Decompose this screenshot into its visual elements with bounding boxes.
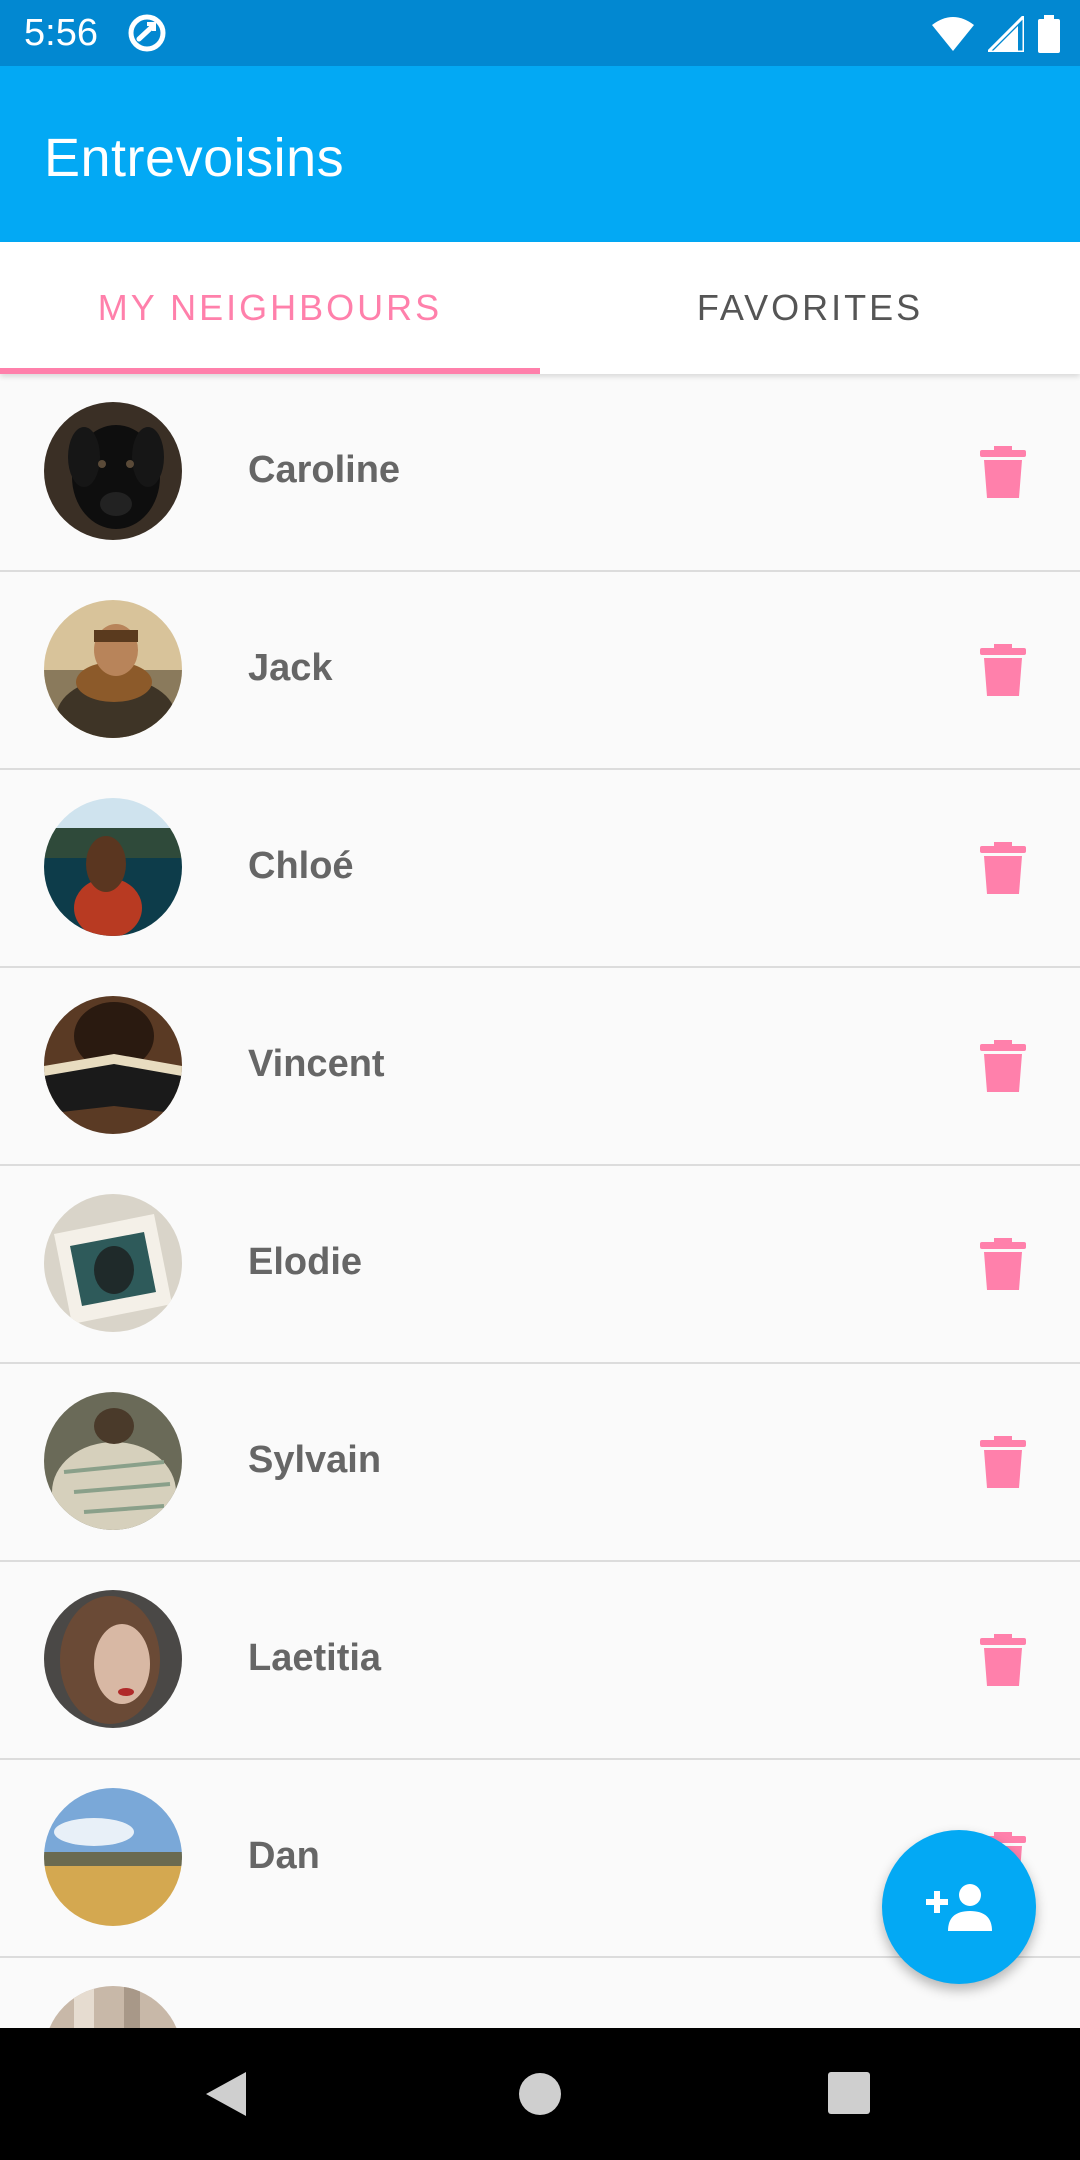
avatar [44,1590,182,1728]
list-item[interactable]: Elodie [0,1166,1080,1364]
app-bar: Entrevoisins [0,66,1080,242]
sync-icon [128,14,166,52]
avatar [44,1392,182,1530]
recents-icon[interactable] [824,2068,876,2120]
avatar [44,1788,182,1926]
navigation-bar [0,2028,1080,2160]
neighbour-name: Laetitia [248,1637,382,1679]
list-item[interactable]: Jack [0,572,1080,770]
delete-icon[interactable] [980,1634,1026,1686]
delete-icon[interactable] [980,1238,1026,1290]
neighbour-name: Dan [248,1835,320,1877]
list-item[interactable]: Sylvain [0,1364,1080,1562]
list-item[interactable]: Laetitia [0,1562,1080,1760]
signal-icon [988,16,1024,52]
neighbour-name: Chloé [248,845,354,887]
avatar [44,402,182,540]
delete-icon[interactable] [980,446,1026,498]
battery-icon [1038,15,1060,53]
neighbour-name: Sylvain [248,1439,382,1481]
back-icon[interactable] [200,2068,252,2120]
list-item[interactable]: Chloé [0,770,1080,968]
tab-bar: MY NEIGHBOURS FAVORITES [0,242,1080,374]
delete-icon[interactable] [980,1040,1026,1092]
home-icon[interactable] [514,2068,566,2120]
add-person-icon [926,1884,992,1931]
avatar [44,798,182,936]
tab-indicator [0,368,540,374]
neighbour-list[interactable]: Caroline Jack Chloé Vincent Elodie Sylva… [0,374,1080,2028]
neighbour-name: Caroline [248,449,401,491]
status-icons [932,14,1060,54]
delete-icon[interactable] [980,1436,1026,1488]
delete-icon[interactable] [980,842,1026,894]
tab-my-neighbours[interactable]: MY NEIGHBOURS [0,242,540,374]
status-time: 5:56 [24,12,98,54]
delete-icon[interactable] [980,644,1026,696]
neighbour-name: Jack [248,647,333,689]
add-neighbour-button[interactable] [882,1830,1036,1984]
list-item[interactable]: Vincent [0,968,1080,1166]
tab-favorites[interactable]: FAVORITES [540,242,1080,374]
wifi-icon [932,17,974,51]
avatar [44,1986,182,2028]
list-item[interactable]: Caroline [0,374,1080,572]
app-title: Entrevoisins [44,128,345,188]
avatar [44,996,182,1134]
avatar [44,1194,182,1332]
avatar [44,600,182,738]
status-bar: 5:56 [0,0,1080,66]
neighbour-name: Elodie [248,1241,363,1283]
screen: 5:56 Entrevoisins MY NEIGHBOURS FAVORITE [0,0,1080,2160]
neighbour-name: Vincent [248,1043,385,1085]
